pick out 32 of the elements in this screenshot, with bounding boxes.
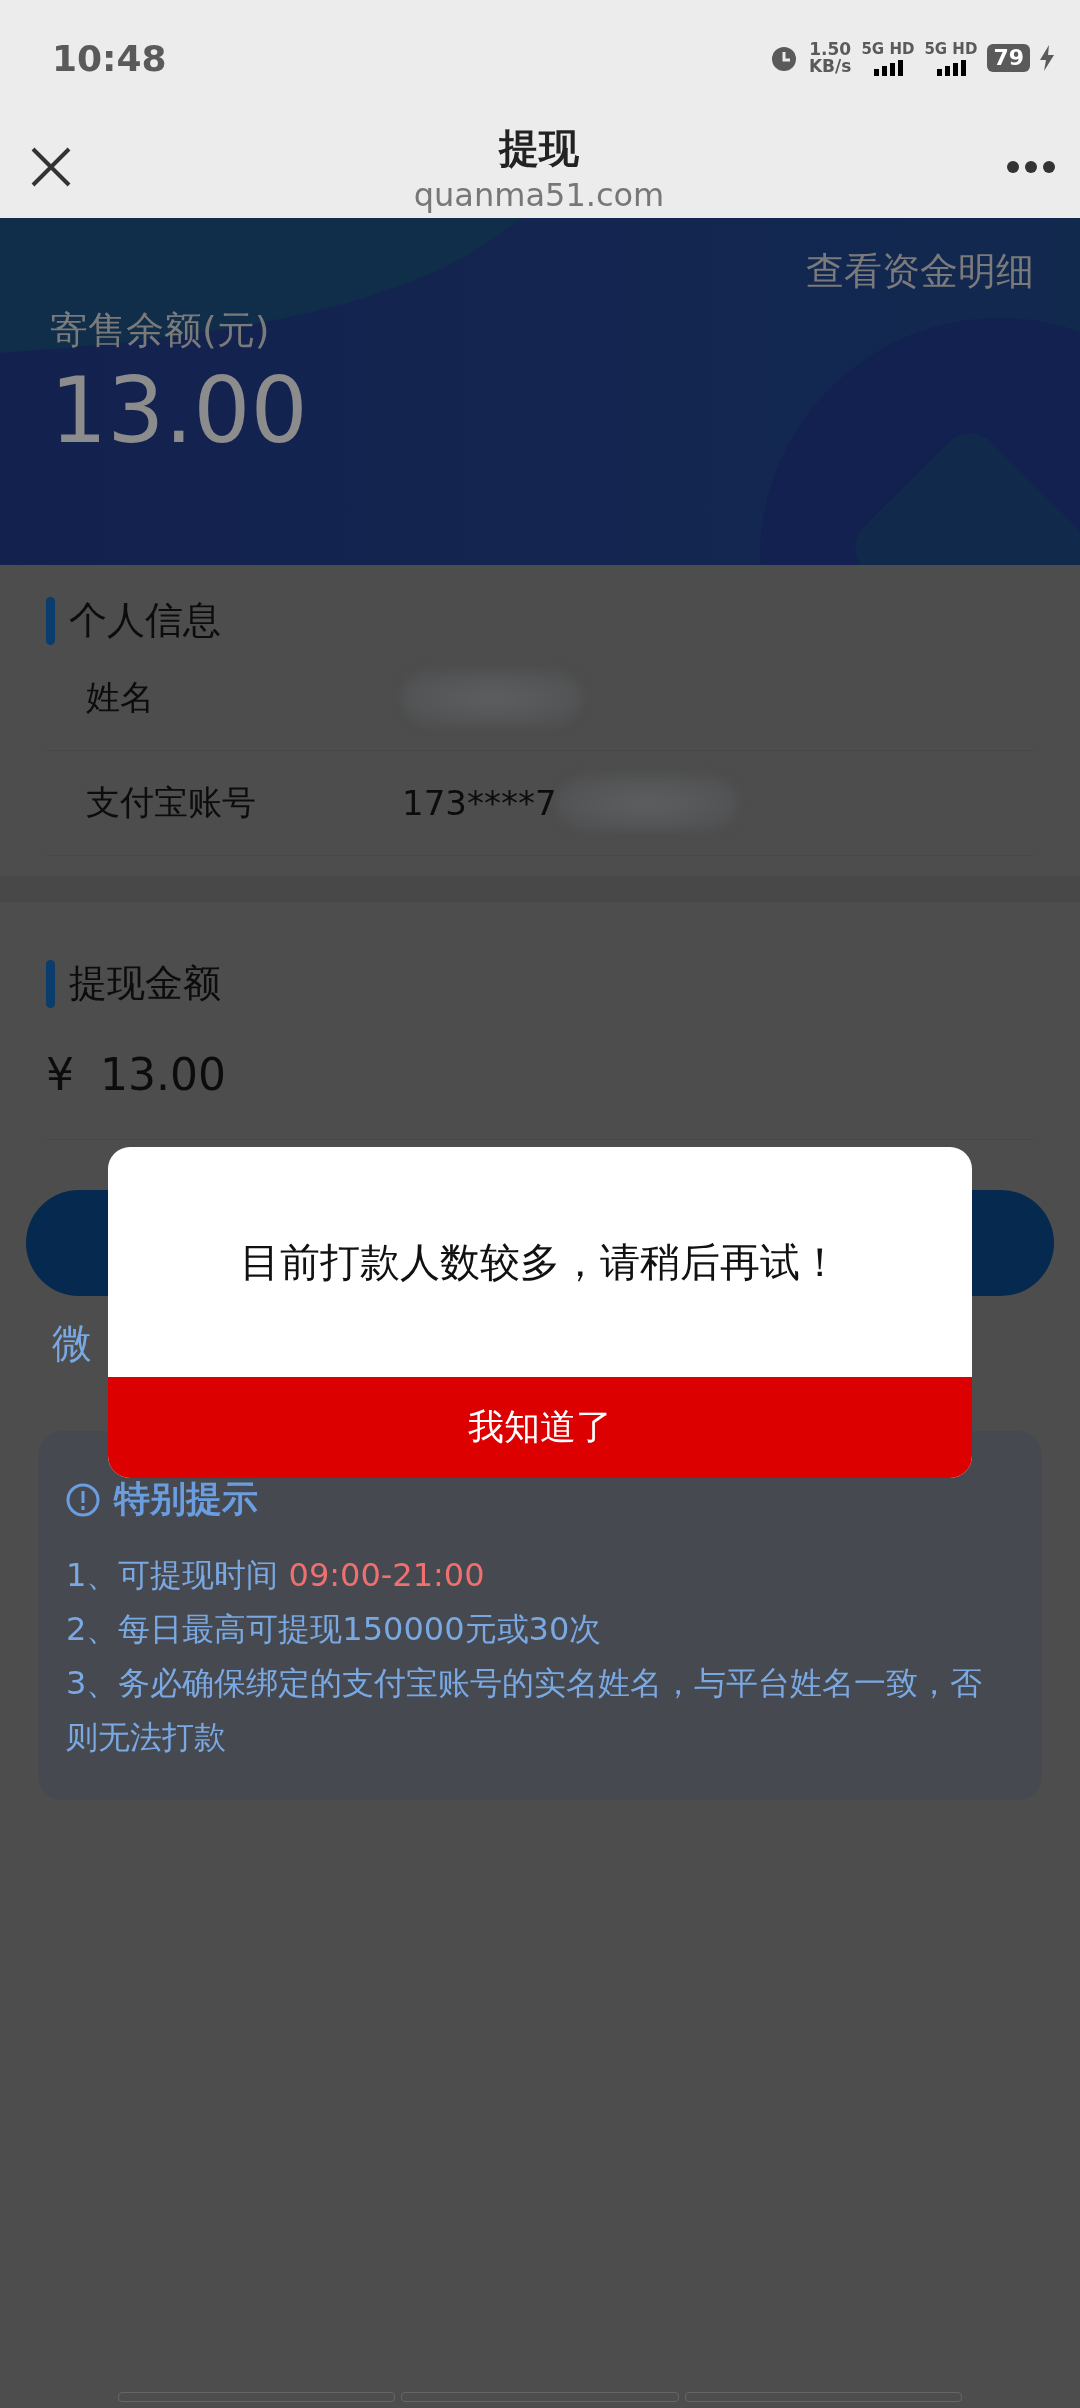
- section-marker: [46, 959, 55, 1008]
- tip-text: 3、务必确保绑定的支付宝账号的实名姓名，与平台姓名一致，否则无法打款: [66, 1663, 984, 1758]
- close-button[interactable]: [30, 146, 72, 188]
- tip-text: 2、每日最高可提现150000元或30次: [66, 1609, 603, 1650]
- network-speed: 1.50: [809, 41, 852, 58]
- more-icon: [1006, 160, 1056, 174]
- account-number: 173****7: [402, 783, 557, 823]
- tips-title: 特别提示: [114, 1477, 258, 1521]
- navigation-handle[interactable]: [118, 2392, 962, 2402]
- page-title: 提现: [499, 123, 579, 173]
- confirm-button[interactable]: 我知道了: [108, 1377, 972, 1478]
- dialog-message: 目前打款人数较多，请稍后再试！: [240, 1237, 840, 1287]
- battery-level: 79: [987, 44, 1030, 72]
- field-label: 支付宝账号: [85, 781, 257, 824]
- section-title: 个人信息: [69, 597, 221, 644]
- info-icon: [66, 1482, 100, 1517]
- field-label: 姓名: [85, 676, 155, 719]
- close-icon: [30, 146, 72, 188]
- fund-details-link[interactable]: 查看资金明细: [806, 246, 1034, 297]
- network-speed-unit: KB/s: [808, 58, 852, 75]
- network-label: 5G HD: [924, 40, 978, 58]
- charging-icon: [1040, 45, 1054, 71]
- balance-label: 寄售余额(元): [50, 307, 271, 354]
- page-url: quanma51.com: [413, 175, 665, 214]
- tip-text: 1、可提现时间 09:00-21:00: [66, 1555, 486, 1596]
- balance-amount: 13.00: [50, 358, 309, 463]
- more-button[interactable]: [1006, 160, 1056, 174]
- section-marker: [46, 596, 55, 645]
- network-label: 5G HD: [861, 40, 915, 58]
- amount-field[interactable]: ¥ 13.00: [46, 1009, 1034, 1140]
- clock-time: 10:48: [52, 37, 168, 79]
- section-title: 提现金额: [69, 960, 221, 1007]
